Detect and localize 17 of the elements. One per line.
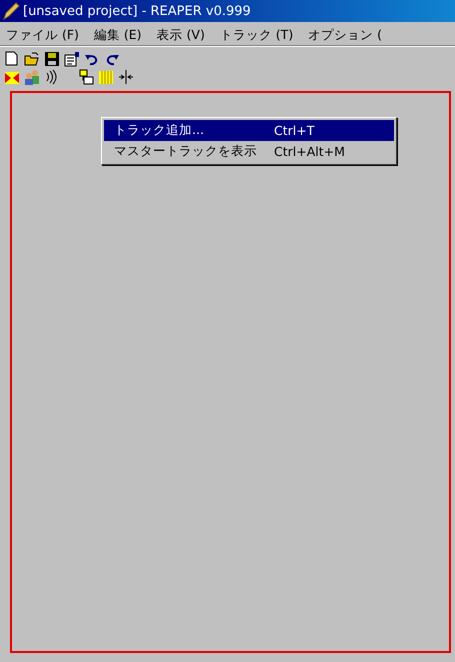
split-icon[interactable] bbox=[118, 69, 134, 85]
marker-icon[interactable] bbox=[4, 69, 20, 85]
open-folder-icon[interactable] bbox=[24, 51, 40, 67]
menu-item[interactable]: オプション ( bbox=[308, 26, 382, 44]
properties-icon[interactable] bbox=[64, 51, 80, 67]
menu-item[interactable]: 表示 (V) bbox=[156, 26, 205, 44]
menu-item[interactable]: トラック追加... Ctrl+T bbox=[104, 120, 394, 141]
new-file-icon[interactable] bbox=[4, 51, 20, 67]
track-area[interactable]: トラック追加... Ctrl+T マスタートラックを表示 Ctrl+Alt+M bbox=[10, 91, 451, 653]
menu-item[interactable]: ファイル (F) bbox=[6, 26, 79, 44]
routing-icon[interactable] bbox=[78, 69, 94, 85]
save-icon[interactable] bbox=[44, 51, 60, 67]
menu-item[interactable]: マスタートラックを表示 Ctrl+Alt+M bbox=[104, 141, 394, 162]
pencil-icon bbox=[2, 2, 20, 20]
window-title: [unsaved project] - REAPER v0.999 bbox=[23, 4, 251, 18]
menu-item[interactable]: トラック (T) bbox=[220, 26, 294, 44]
menu-item[interactable]: 編集 (E) bbox=[94, 26, 142, 44]
